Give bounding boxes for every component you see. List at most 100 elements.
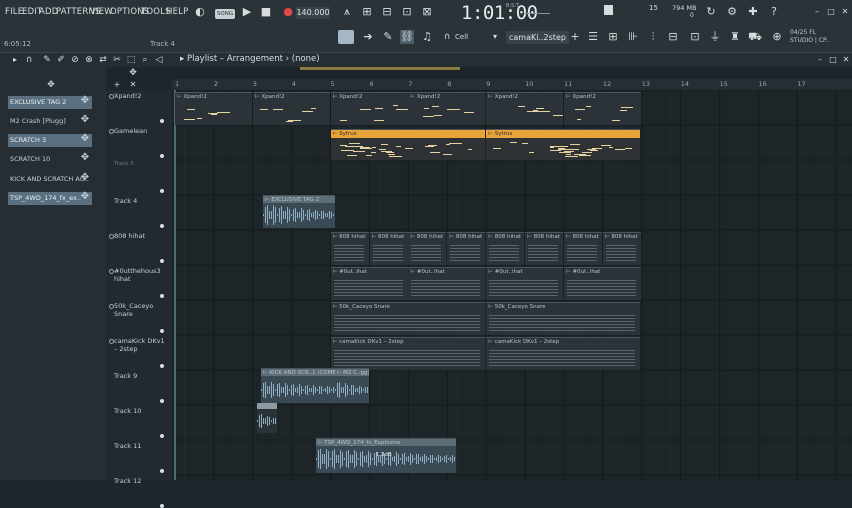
wait-icon[interactable]: ⊞ <box>360 5 374 19</box>
piano-roll-icon[interactable]: ⊟ <box>666 30 680 44</box>
xpand-clip[interactable]: ⊢ Xpand!2 <box>175 92 252 125</box>
mixer-faders-icon[interactable]: ⫶ <box>646 30 660 44</box>
pattern-selector[interactable]: camaKi..2step <box>506 31 569 44</box>
slip-tool-icon[interactable]: ⇄ <box>96 53 110 67</box>
sytrus-clip[interactable]: ⊢ Sytrus <box>486 129 641 160</box>
picker-move2-icon[interactable]: ✥ <box>126 66 140 80</box>
pl-minimize-icon[interactable]: – <box>813 53 827 67</box>
track-name[interactable]: Track 3 <box>114 160 169 168</box>
metronome-icon[interactable]: ⩚ <box>340 5 354 19</box>
xpand-clip[interactable]: ⊢ Xpand!2 <box>408 92 486 125</box>
record-icon[interactable]: ● <box>281 5 295 19</box>
picker-item-add-icon[interactable]: ✥ <box>80 152 90 163</box>
hihat808-clip[interactable]: ⊢ 808 hihat <box>564 232 602 265</box>
track-name[interactable]: Track 11 <box>114 442 169 450</box>
snare-clip[interactable]: ⊢ 50k_Caceyo Snare <box>330 302 485 335</box>
track-mute-dot[interactable] <box>160 504 164 508</box>
plugin-picker-icon[interactable]: ⏚ <box>708 30 722 44</box>
play-icon[interactable]: ▶ <box>240 5 254 19</box>
snap-dropdown-icon[interactable]: ▾ <box>488 30 502 44</box>
track-name[interactable]: #0utthehous3 hihat <box>114 267 169 283</box>
xpand-clip[interactable]: ⊢ Xpand!2 <box>330 92 408 125</box>
maximize-icon[interactable]: □ <box>824 5 838 19</box>
snare-clip[interactable]: ⊢ 50k_Caceyo Snare <box>486 302 641 335</box>
exclusive-tag-clip[interactable]: ⊢ EXCLUSIVE TAG 2 <box>262 195 335 228</box>
picker-item-add-icon[interactable]: ✥ <box>80 114 90 125</box>
timeline-ruler[interactable] <box>172 79 852 90</box>
track-mute-dot[interactable] <box>160 329 164 333</box>
plugin-icon[interactable]: ✚ <box>746 5 760 19</box>
hihat808-clip[interactable]: ⊢ 808 hihat <box>330 232 369 265</box>
tempo-display[interactable]: 140.000 <box>296 7 330 19</box>
refresh-icon[interactable]: ↻ <box>704 5 718 19</box>
select-tool-icon[interactable]: ⬚ <box>124 53 138 67</box>
breadcrumb-arrangement[interactable]: Arrangement <box>227 54 283 64</box>
track-mute-dot[interactable] <box>160 189 164 193</box>
track-mute-dot[interactable] <box>160 294 164 298</box>
pl-maximize-icon[interactable]: □ <box>826 53 840 67</box>
brush-icon[interactable]: ✎ <box>381 30 395 44</box>
outhihat-clip[interactable]: ⊢ #0ut..ihat <box>330 267 408 300</box>
menu-help[interactable]: HELP <box>166 7 188 17</box>
hihat808-clip[interactable]: ⊢ 808 hihat <box>369 232 408 265</box>
snap-label[interactable]: Cell <box>455 33 468 41</box>
kick-clip[interactable]: ⊢ camaKick DKv1 – 2step <box>330 337 485 370</box>
close-icon[interactable]: ✕ <box>838 5 852 19</box>
outhihat-clip[interactable]: ⊢ #0ut..ihat <box>408 267 486 300</box>
playback-tool-icon[interactable]: ◁ <box>152 53 166 67</box>
kick-scratch-clip[interactable]: ⊢ KICK AND SCR..1 (COMBO) <box>260 368 339 403</box>
sytrus-clip[interactable]: ⊢ Sytrus <box>330 129 485 160</box>
scratch-clip[interactable] <box>256 403 277 433</box>
mic-icon[interactable]: ♜ <box>728 30 742 44</box>
magnet-small-icon[interactable]: ∩ <box>22 53 36 67</box>
zoom-tool-icon[interactable]: ⌕ <box>138 53 152 67</box>
track-mute-dot[interactable] <box>160 119 164 123</box>
picker-item-add-icon[interactable]: ✥ <box>80 95 90 106</box>
track-name[interactable]: Track 12 <box>114 477 169 485</box>
record-toolbar-icon[interactable]: ⊕ <box>770 30 784 44</box>
hihat808-clip[interactable]: ⊢ 808 hihat <box>525 232 564 265</box>
pencil-icon[interactable]: ✎ <box>40 53 54 67</box>
track-name[interactable]: 808 hihat <box>114 232 169 240</box>
add-pattern-icon[interactable]: + <box>568 30 582 44</box>
track-name[interactable]: Track 9 <box>114 372 169 380</box>
mixer-window-icon[interactable]: ⊪ <box>626 30 640 44</box>
pat-song-toggle-icon[interactable]: ◐ <box>193 5 207 19</box>
mute-tool-icon[interactable]: ⊗ <box>82 53 96 67</box>
piano-icon[interactable]: ♫ <box>420 30 434 44</box>
blend-notes-icon[interactable]: ⊠ <box>420 5 434 19</box>
m2-crash-clip[interactable]: ⊢ M2 C..gg] <box>334 368 369 403</box>
hihat808-clip[interactable]: ⊢ 808 hihat <box>408 232 447 265</box>
playlist-icon[interactable]: ☰ <box>586 30 600 44</box>
xpand-clip[interactable]: ⊢ Xpand!2 <box>252 92 330 125</box>
snap-playlist-icon[interactable] <box>338 30 354 44</box>
track-mute-dot[interactable] <box>160 364 164 368</box>
track-name[interactable]: 50k_Caceyo Snare <box>114 302 169 318</box>
step-edit-icon[interactable]: ⊡ <box>400 5 414 19</box>
track-name[interactable]: Track 10 <box>114 407 169 415</box>
track-mute-dot[interactable] <box>160 399 164 403</box>
tsp-explosive-clip[interactable]: ⊢ TSP_4WD_174_fx_Explosive 1.3dB <box>315 438 456 473</box>
picker-item-add-icon[interactable]: ✥ <box>80 133 90 144</box>
track-name[interactable]: camaKick DKv1 – 2step <box>114 337 169 353</box>
track-name[interactable]: Track 4 <box>114 197 169 205</box>
magnet-icon[interactable]: ∩ <box>440 30 454 44</box>
countdown-icon[interactable]: ⊟ <box>380 5 394 19</box>
menu-file[interactable]: FILE <box>5 7 23 17</box>
picker-item-add-icon[interactable]: ✥ <box>80 172 90 183</box>
paint-icon[interactable]: ✐ <box>54 53 68 67</box>
track-name[interactable]: Xpand!2 <box>114 92 169 100</box>
delete-tool-icon[interactable]: ⊘ <box>68 53 82 67</box>
song-mode-badge[interactable]: SONG <box>215 9 235 19</box>
hihat808-clip[interactable]: ⊢ 808 hihat <box>602 232 641 265</box>
channel-rack-icon[interactable]: ⊞ <box>606 30 620 44</box>
track-mute-dot[interactable] <box>160 434 164 438</box>
outhihat-clip[interactable]: ⊢ #0ut..ihat <box>564 267 641 300</box>
mixer-icon[interactable]: ⚙ <box>725 5 739 19</box>
master-pitch-slider[interactable] <box>524 13 550 14</box>
help-icon[interactable]: ? <box>767 5 781 19</box>
track-mute-dot[interactable] <box>160 469 164 473</box>
hihat808-clip[interactable]: ⊢ 808 hihat <box>486 232 525 265</box>
outhihat-clip[interactable]: ⊢ #0ut..ihat <box>486 267 564 300</box>
breadcrumb-pattern[interactable]: (none) <box>292 54 320 64</box>
